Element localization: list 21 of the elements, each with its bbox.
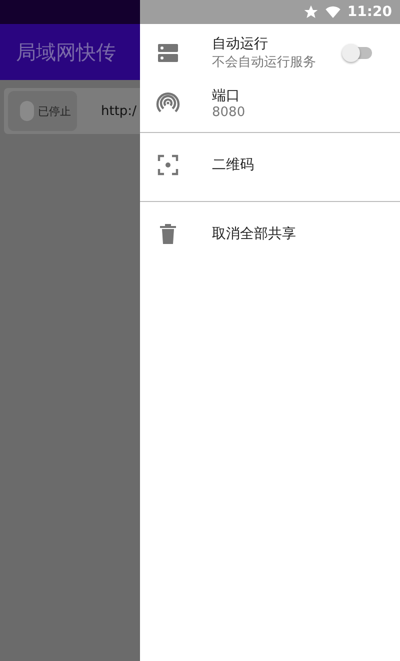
item-title: 取消全部共享	[212, 225, 297, 243]
status-label: 已停止	[38, 104, 71, 118]
wifi-icon	[325, 4, 342, 20]
star-icon	[303, 4, 320, 20]
toggle-switch[interactable]	[342, 43, 372, 63]
item-subtitle: 8080	[212, 104, 246, 120]
item-title: 自动运行	[212, 35, 269, 53]
signal-icon	[156, 91, 180, 115]
toggle-knob-icon	[20, 101, 34, 121]
drawer-item[interactable]: 二维码	[140, 133, 400, 197]
server-icon	[156, 41, 180, 65]
drawer-item[interactable]: 取消全部共享	[140, 202, 400, 266]
item-title: 端口	[212, 86, 241, 104]
status-time: 11:20	[347, 4, 392, 20]
scan-icon	[156, 153, 180, 177]
app-title: 局域网快传	[16, 38, 116, 66]
drawer-item[interactable]: 自动运行 不会自动运行服务	[140, 28, 400, 78]
url-text: http:/	[101, 104, 136, 118]
item-title: 二维码	[212, 156, 255, 174]
drawer-item[interactable]: 端口 8080	[140, 78, 400, 128]
item-subtitle: 不会自动运行服务	[212, 54, 317, 71]
